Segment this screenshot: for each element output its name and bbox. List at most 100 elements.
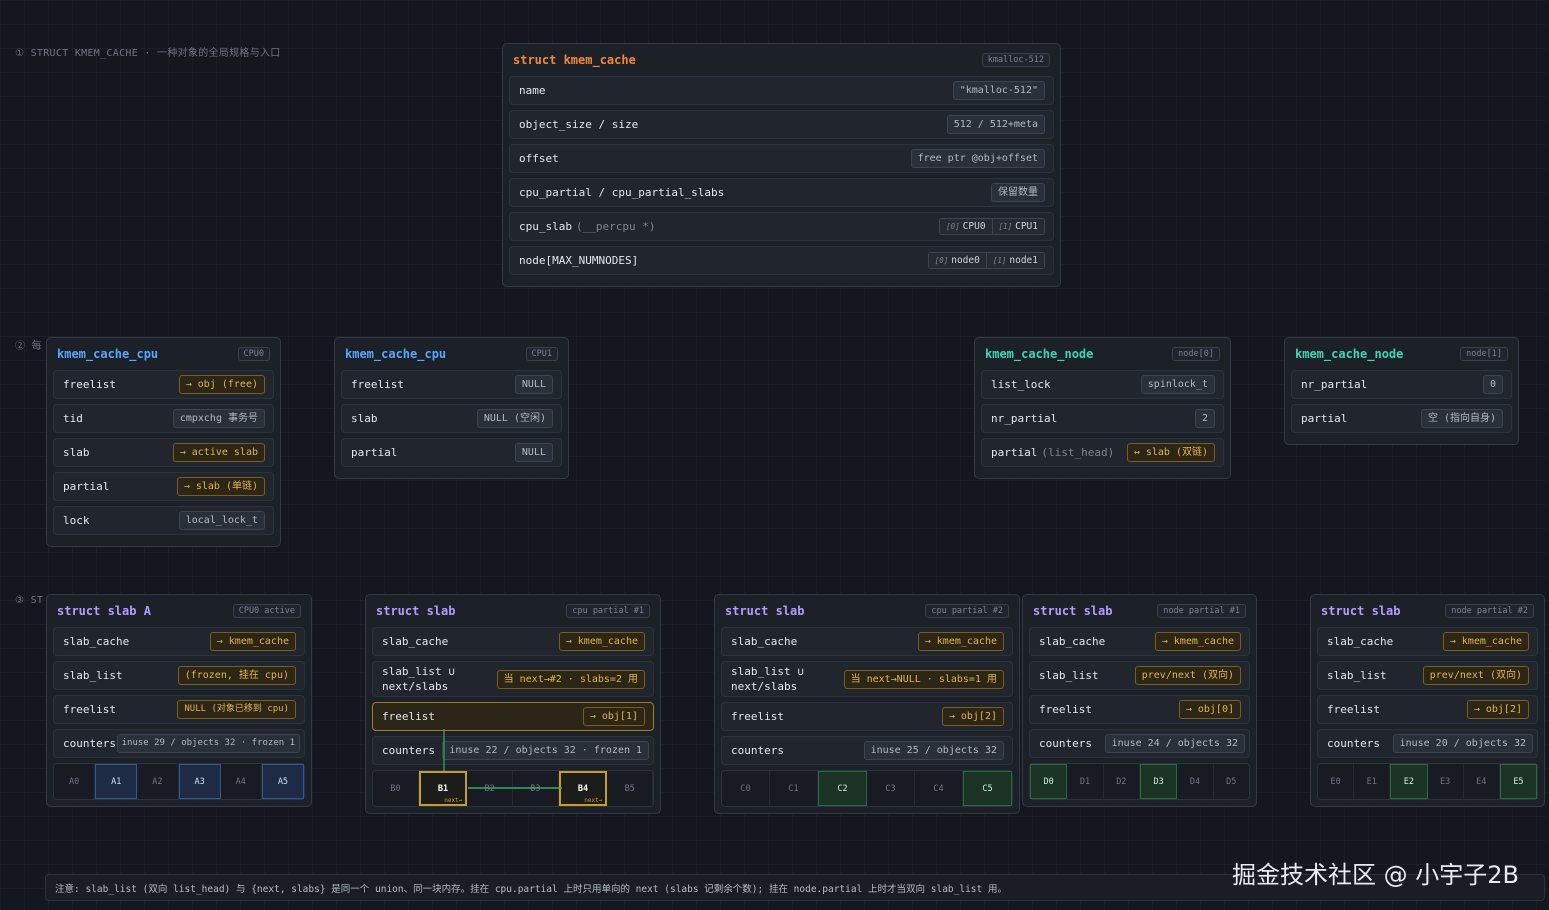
- field-label: partial: [63, 480, 110, 493]
- object-slot: E4: [1464, 764, 1500, 799]
- object-label: B1: [437, 783, 449, 794]
- field-row: slab NULL (空闲): [341, 404, 562, 433]
- pointer-cpu0: [0] CPU0: [940, 219, 992, 234]
- object-slot-used: C2: [818, 771, 867, 806]
- card-title: kmem_cache_node: [1295, 347, 1404, 361]
- field-row: slab_cache → kmem_cache: [372, 627, 654, 656]
- object-array: B0 B1 next→ B2 B3 B4 next→ B5: [372, 729, 654, 807]
- field-value: → kmem_cache: [1442, 632, 1529, 651]
- field-value: inuse 20 / objects 32: [1392, 734, 1533, 753]
- field-row: freelist → obj (free): [53, 370, 274, 399]
- section-3-label: ③ ST: [15, 595, 44, 606]
- field-label: slab: [63, 446, 90, 459]
- field-value: 空 (指向自身): [1420, 409, 1503, 428]
- object-slot: C0: [722, 771, 770, 806]
- field-label: counters: [1327, 737, 1380, 750]
- card-title: struct slab: [1033, 604, 1113, 618]
- card-tag: node partial #1: [1157, 604, 1246, 618]
- object-slot-used: D0: [1030, 764, 1068, 799]
- field-value: inuse 24 / objects 32: [1104, 734, 1245, 753]
- card-tag: node[1]: [1460, 347, 1508, 361]
- kmem-cache-node1-card: kmem_cache_node node[1] nr_partial 0 part…: [1284, 337, 1519, 445]
- card-tag: CPU1: [525, 347, 558, 361]
- object-slot: A1: [95, 764, 138, 799]
- card-title: struct slab: [725, 604, 805, 618]
- field-label: slab_cache: [1039, 635, 1106, 648]
- pointer-target: node1: [1009, 255, 1038, 266]
- field-label-line1: slab_list ∪: [382, 665, 455, 678]
- field-label: cpu_slab (__percpu *): [519, 220, 655, 233]
- card-header: struct slab A CPU0 active: [53, 595, 305, 627]
- pointer-index: [0]: [946, 222, 960, 231]
- field-row: slab_list prev/next (双向): [1317, 661, 1538, 690]
- field-value: 当 next→#2 · slabs=2 用: [496, 669, 645, 689]
- card-tag: node partial #2: [1445, 604, 1534, 618]
- field-value: → kmem_cache: [558, 632, 645, 651]
- card-tag: kmalloc-512: [981, 53, 1050, 67]
- field-value: → slab (单链): [176, 477, 265, 496]
- field-value: 保留数量: [991, 183, 1045, 202]
- field-sublabel: (__percpu *): [575, 220, 656, 233]
- card-title: kmem_cache_cpu: [345, 347, 447, 361]
- field-value: spinlock_t: [1140, 375, 1215, 394]
- card-tag: cpu partial #1: [566, 604, 650, 618]
- field-label: slab_cache: [63, 635, 130, 648]
- field-label: freelist: [63, 703, 116, 716]
- field-sublabel: (list_head): [1041, 446, 1115, 459]
- object-slot-free: B4 next→: [558, 771, 608, 806]
- pointer-index: [0]: [934, 256, 949, 265]
- field-label-text: partial: [991, 446, 1038, 459]
- field-row: node[MAX_NUMNODES] [0] node0 [1] node1: [509, 246, 1054, 275]
- field-label: counters: [382, 744, 435, 757]
- field-value: inuse 22 / objects 32 · frozen 1: [442, 741, 649, 760]
- object-slot: E3: [1428, 764, 1464, 799]
- field-value: → kmem_cache: [1154, 632, 1241, 651]
- field-row: slab → active slab: [53, 438, 274, 467]
- field-row: partial → slab (单链): [53, 472, 274, 501]
- field-label: slab_list: [1327, 669, 1387, 682]
- card-title: kmem_cache_node: [985, 347, 1094, 361]
- field-label-line2: next/slabs: [731, 680, 798, 693]
- section-2-label: ② 每: [15, 341, 42, 352]
- field-label-line2: next/slabs: [382, 680, 449, 693]
- field-row: counters inuse 29 / objects 32 · frozen 1: [53, 729, 305, 758]
- field-row: slab_list ∪ next/slabs 当 next→NULL · slabs…: [721, 661, 1013, 697]
- field-row: slab_cache → kmem_cache: [53, 627, 305, 656]
- field-row: slab_cache → kmem_cache: [721, 627, 1013, 656]
- field-row: slab_cache → kmem_cache: [1029, 627, 1250, 656]
- field-row: partial NULL: [341, 438, 562, 467]
- field-label: tid: [63, 412, 83, 425]
- card-title: struct slab A: [57, 604, 151, 618]
- field-label: cpu_partial / cpu_partial_slabs: [519, 186, 725, 199]
- field-value: (frozen, 挂在 cpu): [177, 666, 296, 685]
- card-header: struct slab cpu partial #2: [721, 595, 1013, 627]
- card-header: kmem_cache_node node[0]: [981, 338, 1224, 370]
- kmem-cache-cpu1-card: kmem_cache_cpu CPU1 freelist NULL slab NUL…: [334, 337, 569, 479]
- field-label: counters: [1039, 737, 1092, 750]
- field-row: counters inuse 20 / objects 32: [1317, 729, 1538, 758]
- field-row: tid cmpxchg 事务号: [53, 404, 274, 433]
- card-header: struct kmem_cache kmalloc-512: [509, 44, 1054, 76]
- field-label: slab_cache: [1327, 635, 1394, 648]
- field-row: counters inuse 24 / objects 32: [1029, 729, 1250, 758]
- field-label: freelist: [382, 710, 435, 723]
- field-row: counters inuse 25 / objects 32: [721, 736, 1013, 765]
- object-slot: C4: [915, 771, 963, 806]
- field-row: partial (list_head) ↔ slab (双链): [981, 438, 1224, 467]
- field-row: partial 空 (指向自身): [1291, 404, 1512, 433]
- field-label: counters: [731, 744, 784, 757]
- field-row: name "kmalloc-512": [509, 76, 1054, 105]
- field-value: ↔ slab (双链): [1126, 443, 1215, 462]
- object-slot-free: B1 next→: [418, 771, 468, 806]
- object-slot: A2: [137, 764, 179, 799]
- section-1-label: ① STRUCT KMEM_CACHE · 一种对象的全局规格与入口: [15, 48, 281, 59]
- field-row: freelist NULL (对象已移到 cpu): [53, 695, 305, 724]
- field-value: 512 / 512+meta: [946, 115, 1045, 134]
- field-label: freelist: [63, 378, 116, 391]
- pointer-index: [1]: [992, 256, 1007, 265]
- field-label: nr_partial: [1301, 378, 1368, 391]
- field-label: nr_partial: [991, 412, 1058, 425]
- object-label: B4: [577, 783, 589, 794]
- field-value: → obj[2]: [941, 707, 1004, 726]
- object-slot: A4: [221, 764, 262, 799]
